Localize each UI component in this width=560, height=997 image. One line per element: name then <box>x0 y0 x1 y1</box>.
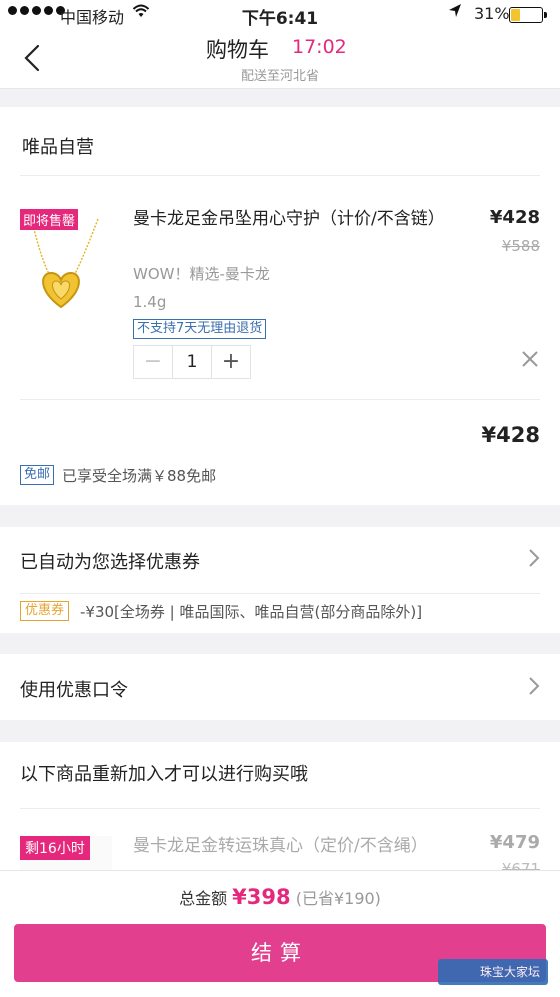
product-original-price: ¥588 <box>501 237 540 255</box>
store-card: 唯品自营 即将售罄 曼卡龙足金吊坠用心守护（计价/不含链） ¥428 ¥588 … <box>0 107 560 505</box>
readd-product-price: ¥479 <box>489 832 540 853</box>
total-amount: ¥398 <box>232 885 291 909</box>
watermark: 珠宝大家坛 <box>438 959 548 985</box>
return-policy-badge: 不支持7天无理由退货 <box>133 319 267 339</box>
decrease-button[interactable]: − <box>134 346 173 378</box>
increase-button[interactable]: + <box>211 346 250 378</box>
free-shipping-text: 已享受全场满￥88免邮 <box>62 467 217 485</box>
total-label: 总金额 <box>179 889 228 908</box>
coupon-detail: -¥30[全场券 | 唯品国际、唯品自营(部分商品除外)] <box>80 603 423 621</box>
readd-heading: 以下商品重新加入才可以进行购买哦 <box>20 764 308 785</box>
battery-icon <box>509 7 547 23</box>
product-price: ¥428 <box>489 207 540 228</box>
readd-section: 以下商品重新加入才可以进行购买哦 剩16小时 曼卡龙足金转运珠真心（定价/不含绳… <box>0 742 560 882</box>
sale-badge: 即将售罄 <box>20 209 79 230</box>
page-title: 购物车 <box>206 38 269 62</box>
status-bar: 中国移动 下午6:41 31% <box>0 0 560 30</box>
readd-product-name[interactable]: 曼卡龙足金转运珠真心（定价/不含绳） <box>133 834 433 859</box>
coupon-badge: 优惠券 <box>20 601 70 621</box>
chevron-right-icon <box>528 676 540 702</box>
cart-timer: 17:02 <box>292 36 347 58</box>
close-icon <box>522 351 538 367</box>
store-subtotal: ¥428 <box>481 423 540 447</box>
nav-bar: 购物车 17:02 配送至河北省 <box>0 30 560 89</box>
delete-button[interactable] <box>520 347 540 375</box>
total-saved: (已省¥190) <box>295 889 381 908</box>
quantity-value[interactable]: 1 <box>173 346 211 378</box>
store-name[interactable]: 唯品自营 <box>22 133 94 159</box>
product-weight: 1.4g <box>133 293 167 311</box>
product-name[interactable]: 曼卡龙足金吊坠用心守护（计价/不含链） <box>133 207 445 232</box>
time-left-badge: 剩16小时 <box>20 836 90 860</box>
quantity-stepper: − 1 + <box>133 345 251 379</box>
battery-percent: 31% <box>474 4 510 23</box>
chevron-right-icon <box>528 548 540 574</box>
promo-code-label: 使用优惠口令 <box>20 680 128 701</box>
location-arrow-icon <box>448 3 462 23</box>
coupon-card[interactable]: 已自动为您选择优惠券 优惠券 -¥30[全场券 | 唯品国际、唯品自营(部分商品… <box>0 527 560 633</box>
promo-code-row[interactable]: 使用优惠口令 <box>0 654 560 720</box>
total-row: 总金额 ¥398 (已省¥190) <box>0 885 560 909</box>
checkout-bar: 总金额 ¥398 (已省¥190) 结算 珠宝大家坛 <box>0 870 560 997</box>
coupon-label: 已自动为您选择优惠券 <box>20 552 200 573</box>
product-brand: WOW！精选-曼卡龙 <box>133 265 270 283</box>
free-shipping-badge: 免邮 <box>20 465 55 485</box>
delivery-region[interactable]: 配送至河北省 <box>0 65 560 84</box>
